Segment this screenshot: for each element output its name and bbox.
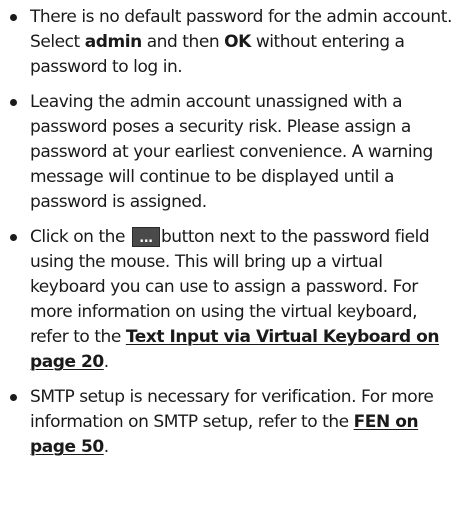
bullet-dot-icon xyxy=(10,394,17,401)
document-page: There is no default password for the adm… xyxy=(0,0,462,518)
text-run: . xyxy=(103,437,109,457)
bullet-text: Click on the ... button next to the passw… xyxy=(30,227,439,372)
bullet-text: SMTP setup is necessary for verification… xyxy=(30,387,434,457)
bullet-text: Leaving the admin account unassigned wit… xyxy=(30,92,433,212)
text-run: Click on the xyxy=(30,227,130,247)
bullet-dot-icon xyxy=(10,99,17,106)
text-run: . xyxy=(103,352,109,372)
bullet-text: There is no default password for the adm… xyxy=(30,7,452,77)
ellipsis-button-icon: ... xyxy=(131,227,160,247)
bold-term: OK xyxy=(224,32,251,52)
text-run: Leaving the admin account unassigned wit… xyxy=(30,92,433,212)
bold-term: admin xyxy=(84,32,142,52)
bullet-item: Click on the ... button next to the passw… xyxy=(6,225,456,375)
bullet-item: SMTP setup is necessary for verification… xyxy=(6,385,456,460)
text-run: and then xyxy=(141,32,225,52)
ellipsis-button-label: ... xyxy=(139,231,153,246)
bullet-item: There is no default password for the adm… xyxy=(6,5,456,80)
bullet-dot-icon xyxy=(10,14,17,21)
bullet-list: There is no default password for the adm… xyxy=(6,5,456,460)
bullet-item: Leaving the admin account unassigned wit… xyxy=(6,90,456,215)
bullet-dot-icon xyxy=(10,234,17,241)
